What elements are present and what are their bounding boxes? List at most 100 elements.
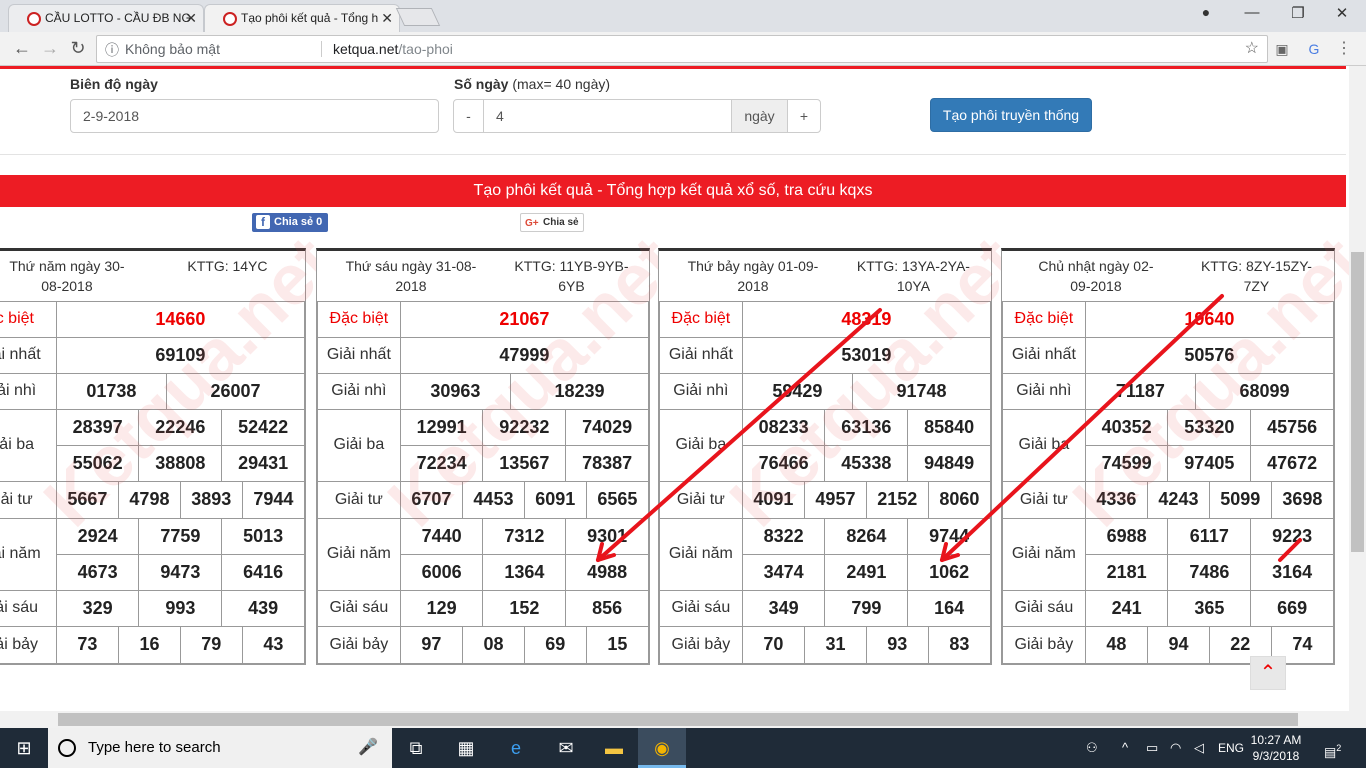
so-ngay-input[interactable]: 4: [483, 99, 732, 133]
site-favicon-icon: [27, 12, 41, 26]
url-path: /tao-phoi: [398, 41, 453, 57]
microphone-icon[interactable]: 🎤: [358, 728, 378, 768]
wifi-icon[interactable]: ◠: [1170, 728, 1181, 768]
number-cell: 6006: [399, 553, 484, 591]
number-cell: 8264: [824, 517, 909, 555]
facebook-share-button[interactable]: f Chia sẻ 0: [252, 213, 328, 232]
app-icon[interactable]: ▦: [442, 728, 490, 768]
number-cell: 7944: [253, 489, 294, 509]
number-cell: 38808: [138, 444, 223, 482]
number-cell: 9744: [907, 517, 991, 555]
number-cell: 6091: [524, 481, 587, 518]
number-cell: 365: [1167, 589, 1252, 627]
url-host: ketqua.net: [333, 41, 399, 57]
number-cell: 08233: [741, 408, 826, 446]
tao-phoi-button[interactable]: Tạo phôi truyền thống: [930, 98, 1092, 132]
number-cell: 4673: [55, 553, 140, 591]
table-row: iải năm292477595013: [0, 517, 305, 591]
number-cell: 93: [866, 626, 929, 663]
table-row: Giải nhì 59429 91748: [659, 372, 991, 410]
menu-dots-icon[interactable]: ⋮: [1334, 39, 1354, 59]
mail-icon[interactable]: ✉: [542, 728, 590, 768]
scroll-top-button[interactable]: ⌃: [1250, 656, 1286, 690]
forward-arrow-icon[interactable]: →: [38, 37, 62, 61]
table-row: Đặc biệt 21067: [317, 300, 650, 338]
windows-start-icon[interactable]: ⊞: [0, 728, 48, 768]
table-row: Giải ba 40352 53320 45756: [1002, 408, 1334, 482]
notification-icon[interactable]: ▤2: [1324, 728, 1341, 768]
chrome-icon[interactable]: ◉: [638, 728, 686, 768]
table-row: Giải nhất 50576: [1002, 336, 1335, 374]
reload-icon[interactable]: ↻: [66, 37, 90, 61]
chevron-up-icon[interactable]: ^: [1122, 728, 1128, 768]
number-cell: 3474: [741, 553, 826, 591]
battery-icon[interactable]: ▭: [1146, 728, 1158, 768]
top-red-line: [0, 66, 1346, 69]
scroll-thumb[interactable]: [58, 713, 1298, 726]
bien-do-input[interactable]: 2-9-2018: [70, 99, 439, 133]
number-cell: 1364: [482, 553, 567, 591]
site-favicon-icon: [223, 12, 237, 26]
close-tab-icon[interactable]: ✕: [381, 10, 393, 27]
close-tab-icon[interactable]: ✕: [185, 10, 197, 27]
special-prize: 14660: [55, 300, 306, 338]
increment-button[interactable]: +: [787, 99, 821, 133]
prize-name: Đặc biệt: [317, 300, 401, 338]
people-icon[interactable]: ⚇: [1086, 728, 1098, 768]
bookmark-star-icon[interactable]: ☆: [1245, 36, 1259, 62]
number-cell: 59429: [741, 372, 854, 410]
close-window-icon[interactable]: ✕: [1322, 4, 1362, 26]
table-header: Thứ sáu ngày 31-08- 2018 KTTG: 11YB-9YB- 6Y…: [317, 251, 649, 302]
table-header: Chủ nhật ngày 02- 09-2018 KTTG: 8ZY-15ZY- 7…: [1002, 251, 1334, 302]
prize-name: Giải nhất: [1002, 336, 1086, 374]
profile-icon[interactable]: ●: [1186, 4, 1226, 26]
horizontal-scrollbar[interactable]: [0, 711, 1349, 728]
table-row: iải ba283972224652422: [0, 408, 305, 482]
gplus-share-button[interactable]: G+ Chia sẻ: [520, 213, 584, 232]
volume-icon[interactable]: ◁: [1194, 728, 1204, 768]
table-row: Giải nhất 53019: [659, 336, 992, 374]
number-cell: 79: [180, 626, 243, 663]
draw-date: 09-2018: [1070, 277, 1122, 294]
gplus-share-label: Chia sẻ: [543, 217, 579, 228]
decrement-button[interactable]: -: [453, 99, 484, 133]
back-arrow-icon[interactable]: ←: [10, 37, 34, 61]
number-cell: 7312: [482, 517, 567, 555]
maximize-icon[interactable]: ❐: [1278, 4, 1318, 26]
browser-tab-tao-phoi[interactable]: Tạo phôi kết quả - Tổng h ✕: [204, 4, 400, 32]
number-cell: 92232: [482, 408, 567, 446]
table-row: Đặc biệt 48319: [659, 300, 992, 338]
task-view-icon[interactable]: ⧉: [392, 728, 440, 768]
number-cell: 4988: [565, 553, 649, 591]
new-tab-button[interactable]: [395, 8, 441, 26]
language-indicator[interactable]: ENG: [1218, 728, 1244, 768]
clock[interactable]: 10:27 AM 9/3/2018: [1248, 732, 1304, 764]
number-cell: 5099: [1209, 481, 1272, 518]
table-row: c biệt14660: [0, 300, 306, 338]
table-row: iải nhất69109: [0, 336, 306, 374]
number-cell: 91748: [852, 372, 991, 410]
browser-tab-cau-lotto[interactable]: CẦU LOTTO - CẦU ĐB NG ✕: [8, 4, 204, 32]
number-cell: 47999: [399, 336, 650, 374]
prize-name: Đặc biệt: [659, 300, 743, 338]
number-cell: 5667: [56, 481, 120, 518]
translate-icon[interactable]: G: [1304, 39, 1324, 59]
vertical-scrollbar[interactable]: [1349, 66, 1366, 728]
file-explorer-icon[interactable]: ▬: [590, 728, 638, 768]
minimize-icon[interactable]: —: [1232, 4, 1272, 26]
edge-icon[interactable]: e: [492, 728, 540, 768]
number-cell: 7486: [1167, 553, 1252, 591]
google-plus-icon: G+: [525, 218, 539, 229]
number-cell: 94849: [907, 444, 991, 482]
result-table: Thứ bảy ngày 01-09- 2018 KTTG: 13YA-2YA- 10…: [658, 222, 1035, 665]
draw-date: Chủ nhật ngày 02-: [1038, 257, 1154, 274]
extension-lock-icon[interactable]: ▣: [1272, 39, 1292, 59]
address-bar[interactable]: ⓘ Không bảo mật ketqua.net/tao-phoi ☆: [96, 35, 1268, 63]
number-cell: 2491: [824, 553, 909, 591]
info-icon[interactable]: ⓘ: [105, 37, 119, 63]
number-cell: 22246: [138, 408, 223, 446]
kttg-code: KTTG: 14YC: [187, 257, 268, 274]
prize-name: iải bảy: [0, 625, 57, 664]
scroll-thumb[interactable]: [1351, 252, 1364, 552]
taskbar-search[interactable]: Type here to search 🎤: [48, 728, 392, 768]
